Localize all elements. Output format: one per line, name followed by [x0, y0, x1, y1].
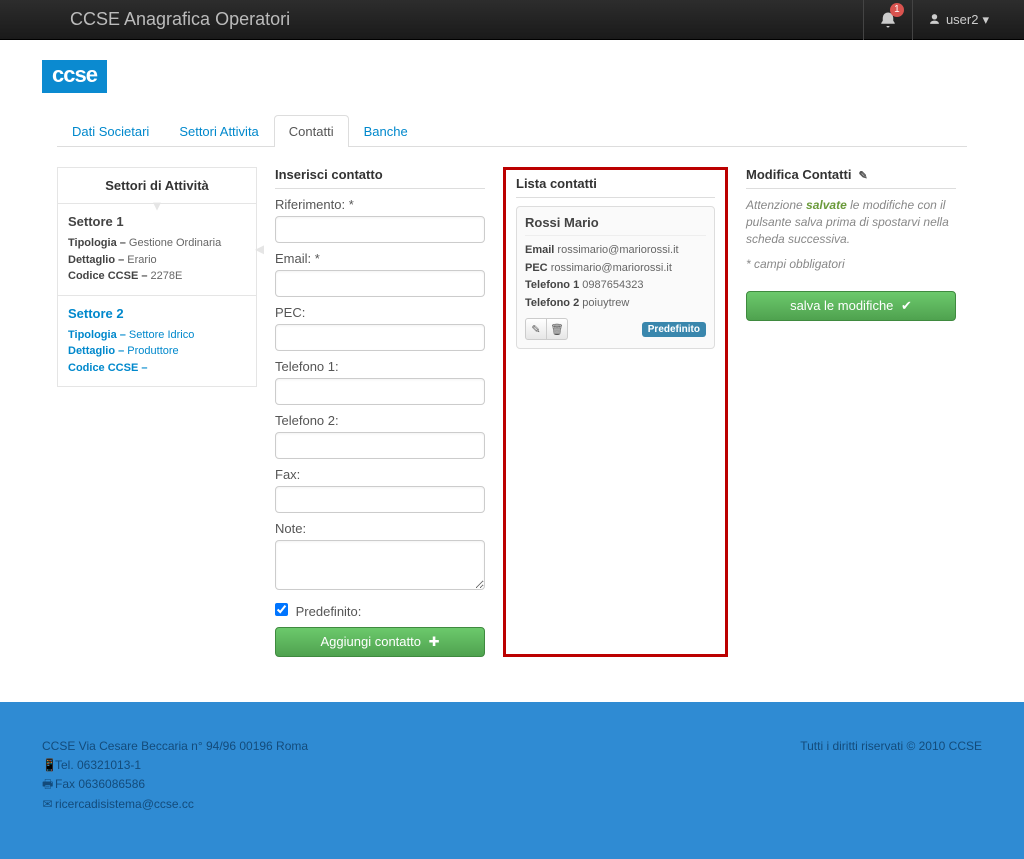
email-input[interactable]: [275, 270, 485, 297]
mail-icon: ✉: [42, 795, 53, 814]
footer-fax: Fax 0636086586: [55, 777, 145, 791]
footer-address: CCSE Via Cesare Beccaria n° 94/96 00196 …: [42, 737, 800, 756]
note-input[interactable]: [275, 540, 485, 590]
tab-banche[interactable]: Banche: [349, 115, 423, 147]
predefinito-checkbox[interactable]: [275, 603, 288, 616]
form-title: Inserisci contatto: [275, 167, 485, 189]
rif-input[interactable]: [275, 216, 485, 243]
default-badge: Predefinito: [642, 322, 706, 337]
pec-input[interactable]: [275, 324, 485, 351]
sector-nav: Settori di Attività Settore 1 Tipologia …: [57, 167, 257, 387]
user-icon: [928, 13, 941, 26]
tabs: Dati Societari Settori Attivita Contatti…: [57, 103, 967, 147]
navbar: CCSE Anagrafica Operatori 1 user2 ▾: [0, 0, 1024, 40]
notif-badge: 1: [890, 3, 904, 17]
tel2-label: Telefono 2:: [275, 413, 485, 428]
fax-input[interactable]: [275, 486, 485, 513]
email-label: Email: *: [275, 251, 485, 266]
insert-contact-form: Inserisci contatto Riferimento: * Email:…: [275, 167, 485, 657]
save-changes-button[interactable]: salva le modifiche ✔: [746, 291, 956, 321]
contact-card: Rossi Mario Email rossimario@mariorossi.…: [516, 206, 715, 349]
fax-label: Fax:: [275, 467, 485, 482]
rif-label: Riferimento: *: [275, 197, 485, 212]
modify-panel: Modifica Contatti ✎ Attenzione salvate l…: [746, 167, 956, 657]
contact-name: Rossi Mario: [525, 215, 706, 236]
caret-down-icon: ▾: [982, 12, 989, 28]
sector-item-1[interactable]: Settore 1 Tipologia – Gestione Ordinaria…: [57, 204, 257, 296]
pec-label: PEC:: [275, 305, 485, 320]
tab-dati-societari[interactable]: Dati Societari: [57, 115, 164, 147]
note-label: Note:: [275, 521, 485, 536]
attention-note: Attenzione salvate le modifiche con il p…: [746, 197, 956, 247]
sector-nav-title: Settori di Attività: [57, 167, 257, 204]
contact-list-highlighted: Lista contatti Rossi Mario Email rossima…: [503, 167, 728, 657]
sector-name: Settore 1: [68, 214, 246, 229]
user-menu[interactable]: user2 ▾: [912, 0, 1004, 40]
sector-item-2[interactable]: Settore 2 Tipologia – Settore Idrico Det…: [57, 296, 257, 388]
footer: CCSE Via Cesare Beccaria n° 94/96 00196 …: [0, 702, 1024, 859]
page-box: Dati Societari Settori Attivita Contatti…: [42, 103, 982, 672]
print-icon: 🖶: [42, 775, 53, 794]
footer-email: ricercadisistema@ccse.cc: [55, 797, 194, 811]
tel1-input[interactable]: [275, 378, 485, 405]
user-name: user2: [946, 12, 979, 27]
tel2-input[interactable]: [275, 432, 485, 459]
check-icon: ✔: [897, 298, 912, 313]
sector-name: Settore 2: [68, 306, 246, 321]
tab-contatti[interactable]: Contatti: [274, 115, 349, 147]
required-note: * campi obbligatori: [746, 257, 956, 271]
tab-settori-attivita[interactable]: Settori Attivita: [164, 115, 273, 147]
brand-title: CCSE Anagrafica Operatori: [70, 9, 290, 30]
footer-copy: Tutti i diritti riservati © 2010 CCSE: [800, 737, 982, 814]
list-title: Lista contatti: [516, 176, 715, 198]
edit-contact-button[interactable]: ✎: [525, 318, 547, 340]
phone-icon: 📱: [42, 756, 53, 775]
tel1-label: Telefono 1:: [275, 359, 485, 374]
plus-icon: ✚: [425, 634, 440, 649]
notif-button[interactable]: 1: [863, 0, 912, 40]
edit-icon: ✎: [855, 170, 867, 182]
predefinito-label: Predefinito:: [296, 604, 362, 619]
footer-tel: Tel. 06321013-1: [55, 758, 141, 772]
add-contact-button[interactable]: Aggiungi contatto ✚: [275, 627, 485, 657]
modify-title: Modifica Contatti ✎: [746, 167, 956, 189]
edit-icon: ✎: [531, 323, 540, 336]
logo: ccse: [42, 60, 107, 93]
trash-icon: 🗑: [550, 323, 564, 336]
delete-contact-button[interactable]: 🗑: [546, 318, 568, 340]
